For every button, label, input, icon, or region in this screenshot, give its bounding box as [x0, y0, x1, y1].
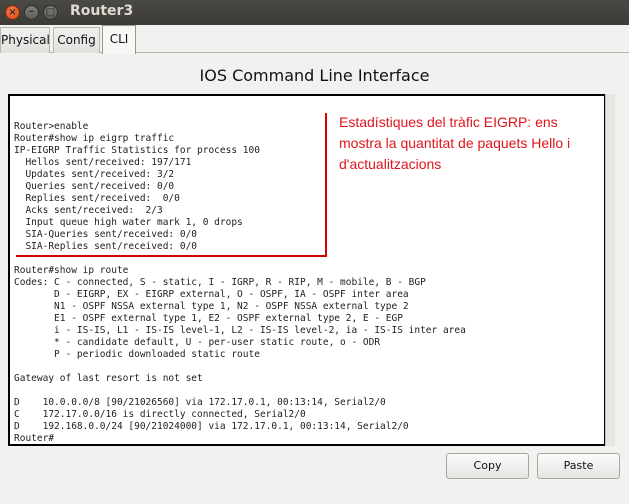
annotation-note: Estadístiques del tràfic EIGRP: ens most…: [339, 114, 571, 172]
terminal-line: Replies sent/received: 0/0: [14, 193, 180, 204]
terminal-scrollbar[interactable]: [605, 94, 615, 446]
terminal-line: Gateway of last resort is not set: [14, 373, 203, 384]
close-icon[interactable]: ×: [5, 5, 20, 20]
terminal-line: D 192.168.0.0/24 [90/21024000] via 172.1…: [14, 421, 409, 432]
copy-button[interactable]: Copy: [446, 453, 529, 479]
tab-cli[interactable]: CLI: [102, 25, 136, 54]
terminal-line: E1 - OSPF external type 1, E2 - OSPF ext…: [14, 313, 403, 324]
title-bar: × – □ Router3: [0, 0, 629, 25]
terminal-line: i - IS-IS, L1 - IS-IS level-1, L2 - IS-I…: [14, 325, 466, 336]
window-title: Router3: [70, 3, 134, 19]
tab-config[interactable]: Config: [53, 27, 100, 53]
terminal-line: Acks sent/received: 2/3: [14, 205, 163, 216]
terminal-line: * - candidate default, U - per-user stat…: [14, 337, 381, 348]
annotation-bracket-horizontal: [16, 255, 327, 257]
terminal-line: Router#: [14, 433, 55, 444]
paste-button[interactable]: Paste: [537, 453, 620, 479]
terminal-line: Codes: C - connected, S - static, I - IG…: [14, 277, 426, 288]
maximize-icon[interactable]: □: [43, 5, 58, 20]
terminal-line: N1 - OSPF NSSA external type 1, N2 - OSP…: [14, 301, 409, 312]
tab-bar: Physical Config CLI: [0, 25, 629, 54]
terminal-line: SIA-Queries sent/received: 0/0: [14, 229, 198, 240]
annotation-bracket-vertical: [325, 113, 327, 256]
terminal-line: Queries sent/received: 0/0: [14, 181, 175, 192]
minimize-icon[interactable]: –: [24, 5, 39, 20]
terminal-line: SIA-Replies sent/received: 0/0: [14, 241, 198, 252]
terminal-line: Input queue high water mark 1, 0 drops: [14, 217, 243, 228]
terminal-line: D 10.0.0.0/8 [90/21026560] via 172.17.0.…: [14, 397, 386, 408]
terminal-line: C 172.17.0.0/16 is directly connected, S…: [14, 409, 306, 420]
terminal-line: Router#show ip route: [14, 265, 129, 276]
terminal-line: P - periodic downloaded static route: [14, 349, 260, 360]
tab-physical[interactable]: Physical: [0, 27, 50, 53]
terminal-line: D - EIGRP, EX - EIGRP external, O - OSPF…: [14, 289, 409, 300]
page-title: IOS Command Line Interface: [199, 66, 430, 85]
